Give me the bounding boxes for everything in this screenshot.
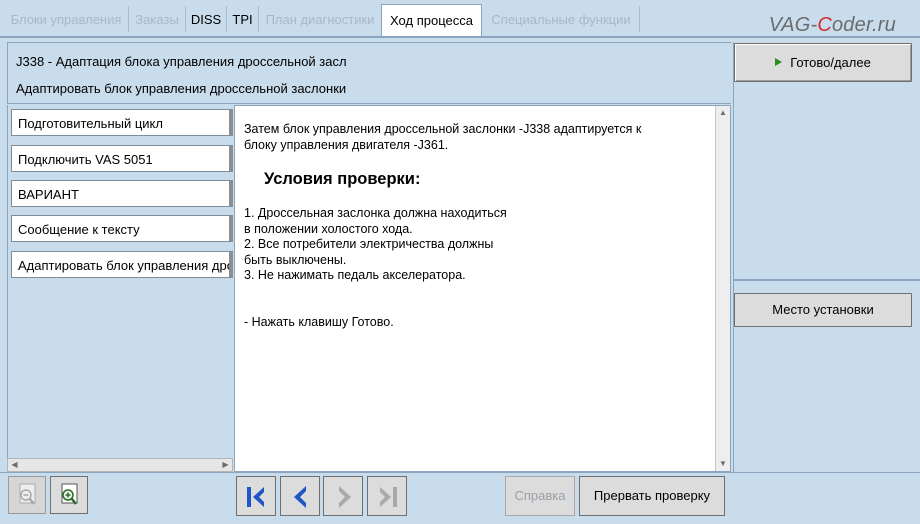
previous-step-button[interactable] — [280, 476, 320, 516]
tab-separator — [639, 6, 640, 32]
procedure-subtitle: Адаптировать блок управления дроссельной… — [16, 81, 347, 96]
next-step-button[interactable] — [323, 476, 363, 516]
instruction-press-ready: - Нажать клавишу Готово. — [244, 315, 394, 329]
instruction-panel: Затем блок управления дроссельной заслон… — [234, 105, 731, 472]
zoom-in-icon — [61, 483, 78, 505]
conditions-heading: Условия проверки: — [264, 170, 421, 188]
right-panel — [733, 42, 920, 472]
scroll-up-icon[interactable]: ▲ — [716, 106, 730, 120]
tab-process[interactable]: Ход процесса — [381, 4, 482, 36]
instruction-intro: Затем блок управления дроссельной заслон… — [244, 122, 642, 152]
zoom-out-button[interactable] — [8, 476, 46, 514]
scroll-right-icon[interactable]: ▶ — [219, 459, 232, 471]
zoom-in-button[interactable] — [50, 476, 88, 514]
bottom-toolbar — [0, 472, 920, 524]
tab-bar: Блоки управления Заказы DISS TPI План ди… — [0, 0, 920, 38]
chevron-left-icon — [294, 486, 306, 508]
installation-location-button[interactable]: Место установки — [734, 293, 912, 327]
procedure-header: J338 - Адаптация блока управления дроссе… — [7, 42, 731, 104]
play-icon — [775, 58, 783, 66]
tab-diss[interactable]: DISS — [186, 4, 226, 36]
tab-diagnostic-plan[interactable]: План диагностики — [259, 4, 381, 36]
last-step-button[interactable] — [367, 476, 407, 516]
tab-orders[interactable]: Заказы — [129, 4, 185, 36]
tab-special-functions[interactable]: Специальные функции — [483, 4, 639, 36]
right-panel-divider — [734, 279, 920, 281]
step-item[interactable]: Подготовительный цикл — [11, 109, 233, 136]
step-item[interactable]: Подключить VAS 5051 — [11, 145, 233, 172]
skip-to-first-icon — [247, 487, 264, 507]
zoom-out-icon — [19, 483, 36, 505]
scroll-left-icon[interactable]: ◀ — [8, 459, 21, 471]
step-item[interactable]: ВАРИАНТ — [11, 180, 233, 207]
scroll-down-icon[interactable]: ▼ — [716, 457, 730, 471]
chevron-right-icon — [339, 486, 351, 508]
brand-watermark: VAG-Coder.ru — [768, 14, 896, 36]
step-list: Подготовительный цикл Подключить VAS 505… — [7, 105, 233, 467]
ready-next-button[interactable]: Готово/далее — [734, 43, 912, 82]
step-list-horizontal-scrollbar[interactable]: ◀ ▶ — [7, 458, 233, 472]
skip-to-last-icon — [380, 487, 397, 507]
first-step-button[interactable] — [236, 476, 276, 516]
step-item[interactable]: Сообщение к тексту — [11, 215, 233, 242]
step-item-current[interactable]: Адаптировать блок управления дроссельной… — [11, 251, 233, 278]
procedure-title: J338 - Адаптация блока управления дроссе… — [16, 54, 347, 69]
abort-test-button[interactable]: Прервать проверку — [579, 476, 725, 516]
tab-tpi[interactable]: TPI — [227, 4, 258, 36]
help-button[interactable]: Справка — [505, 476, 575, 516]
conditions-list: 1. Дроссельная заслонка должна находитьс… — [244, 206, 507, 282]
tab-control-units[interactable]: Блоки управления — [4, 4, 128, 36]
instruction-vertical-scrollbar[interactable]: ▲ ▼ — [715, 106, 730, 471]
